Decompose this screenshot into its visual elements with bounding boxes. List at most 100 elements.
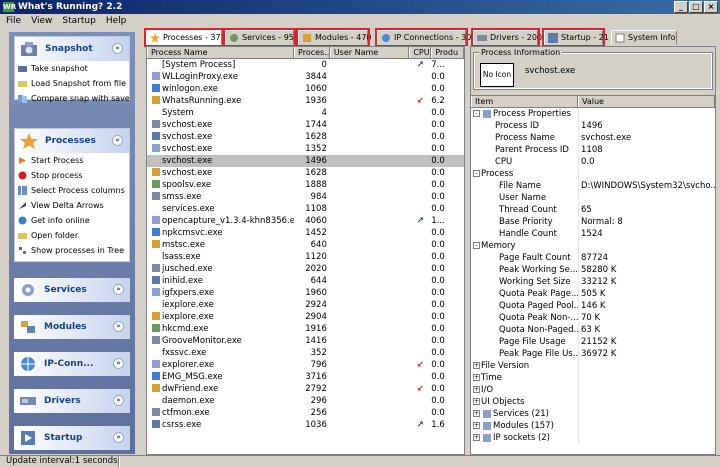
load-snapshot-link[interactable]: Load Snapshot from file [15,76,129,91]
column-cpu[interactable]: CPU [409,47,432,58]
take-snapshot-link[interactable]: Take snapshot [15,61,129,76]
column-user-name[interactable]: User Name [329,47,410,58]
property-row[interactable]: Peak Page File Us... 36972 K [471,348,715,360]
minimize-button[interactable]: _ [674,1,688,13]
table-row[interactable]: csrss.exe 1036 ↗ 1.6 [147,419,464,431]
table-row[interactable]: svchost.exe 1352 0.0 [147,143,464,155]
services-group-header[interactable]: Services » [14,278,130,302]
collapse-icon[interactable]: - [473,242,480,249]
expand-chevron-icon[interactable]: » [113,432,124,443]
tab-system-info[interactable]: System Info [611,30,677,45]
processes-group-header[interactable]: Processes « [15,129,129,153]
column-item[interactable]: Item [471,96,578,107]
table-row[interactable]: inihid.exe 644 0.0 [147,275,464,287]
tab-startup[interactable]: Startup - 21 [542,28,609,47]
table-row[interactable]: spoolsv.exe 1888 0.0 [147,179,464,191]
expand-icon[interactable]: + [473,386,480,393]
column-value[interactable]: Value [578,96,715,107]
property-row[interactable]: + UI Objects [471,396,715,408]
property-row[interactable]: + Services (21) [471,408,715,420]
table-row[interactable]: winlogon.exe 1060 0.0 [147,83,464,95]
menu-file[interactable]: File [6,14,21,28]
property-row[interactable]: - Process [471,168,715,180]
table-row[interactable]: dwFriend.exe 2792 ↙ 0.0 [147,383,464,395]
property-row[interactable]: + IP sockets (2) [471,432,715,444]
column-process-id[interactable]: Proces... [294,47,330,58]
property-row[interactable]: + File Version [471,360,715,372]
table-row[interactable]: services.exe 1108 0.0 [147,203,464,215]
expand-icon[interactable]: + [473,362,480,369]
property-row[interactable]: Page Fault Count 87724 [471,252,715,264]
table-row[interactable]: svchost.exe 1744 0.0 [147,119,464,131]
property-row[interactable]: Parent Process ID 1108 [471,144,715,156]
property-row[interactable]: - Process Properties [471,108,715,120]
table-row[interactable]: fxssvc.exe 352 0.0 [147,347,464,359]
collapse-chevron-icon[interactable]: « [112,135,123,146]
property-row[interactable]: Quota Non-Paged... 63 K [471,324,715,336]
expand-icon[interactable]: + [473,374,480,381]
table-row[interactable]: hkcmd.exe 1916 0.0 [147,323,464,335]
expand-icon[interactable]: + [473,434,480,441]
table-row[interactable]: EMG_MSG.exe 3716 0.0 [147,371,464,383]
modules-group-header[interactable]: Modules » [14,315,130,339]
property-row[interactable]: User Name [471,192,715,204]
ip-connections-group-header[interactable]: IP-Conn... » [14,352,130,376]
menu-help[interactable]: Help [106,14,127,28]
tab-drivers[interactable]: Drivers - 200 [471,28,542,47]
open-folder-link[interactable]: Open folder [15,228,129,243]
property-row[interactable]: + Time [471,372,715,384]
expand-icon[interactable]: + [473,422,480,429]
table-row[interactable]: iexplore.exe 2904 0.0 [147,311,464,323]
table-row[interactable]: lsass.exe 1120 0.0 [147,251,464,263]
collapse-chevron-icon[interactable]: « [112,43,123,54]
property-row[interactable]: File Name D:\WINDOWS\System32\svcho... [471,180,715,192]
property-row[interactable]: Quota Paged Pool... 146 K [471,300,715,312]
expand-icon[interactable]: + [473,410,480,417]
table-row[interactable]: WhatsRunning.exe 1936 ↙ 6.2 [147,95,464,107]
table-row[interactable]: explorer.exe 796 ↙ 0.0 [147,359,464,371]
maximize-button[interactable]: □ [689,1,703,13]
property-row[interactable]: Process ID 1496 [471,120,715,132]
startup-group-header[interactable]: Startup » [14,426,130,450]
table-row[interactable]: jusched.exe 2020 0.0 [147,263,464,275]
property-row[interactable]: Handle Count 1524 [471,228,715,240]
table-row[interactable]: System 4 0.0 [147,107,464,119]
table-row[interactable]: mstsc.exe 640 0.0 [147,239,464,251]
table-row[interactable]: [System Process] 0 ↗ 7... [147,59,464,71]
property-row[interactable]: Quota Peak Page... 505 K [471,288,715,300]
property-row[interactable]: Quota Peak Non-... 70 K [471,312,715,324]
property-row[interactable]: Base Priority Normal: 8 [471,216,715,228]
expand-chevron-icon[interactable]: » [113,284,124,295]
expand-chevron-icon[interactable]: » [113,395,124,406]
property-row[interactable]: + Modules (157) [471,420,715,432]
snapshot-group-header[interactable]: Snapshot « [15,37,129,61]
table-row[interactable]: ctfmon.exe 256 0.0 [147,407,464,419]
table-row[interactable]: GrooveMonitor.exe 1416 0.0 [147,335,464,347]
column-product[interactable]: Produ [431,47,464,58]
property-row[interactable]: Process Name svchost.exe [471,132,715,144]
column-process-name[interactable]: Process Name [147,47,295,58]
collapse-icon[interactable]: - [473,110,480,117]
start-process-link[interactable]: Start Process [15,153,129,168]
table-row[interactable]: svchost.exe 1496 0.0 [147,155,464,167]
collapse-icon[interactable]: - [473,170,480,177]
select-columns-link[interactable]: Select Process columns [15,183,129,198]
tab-modules[interactable]: Modules - 470 [296,28,372,47]
show-tree-link[interactable]: Show processes in Tree [15,243,129,258]
table-row[interactable]: smss.exe 984 0.0 [147,191,464,203]
table-row[interactable]: svchost.exe 1628 0.0 [147,167,464,179]
compare-snapshot-link[interactable]: Compare snap with save... [15,91,129,106]
table-row[interactable]: WLLoginProxy.exe 3844 0.0 [147,71,464,83]
tab-ip-connections[interactable]: IP Connections - 30 [375,28,471,47]
menu-view[interactable]: View [31,14,52,28]
get-info-online-link[interactable]: Get info online [15,213,129,228]
table-row[interactable]: svchost.exe 1628 0.0 [147,131,464,143]
table-row[interactable]: opencapture_v1.3.4-khn8356.exe 4060 ↗ 1... [147,215,464,227]
view-delta-arrows-link[interactable]: View Delta Arrows [15,198,129,213]
property-row[interactable]: Thread Count 65 [471,204,715,216]
tab-services[interactable]: Services - 95 [223,28,296,47]
property-row[interactable]: Working Set Size 33212 K [471,276,715,288]
menu-startup[interactable]: Startup [62,14,95,28]
property-row[interactable]: - Memory [471,240,715,252]
expand-icon[interactable]: + [473,398,480,405]
